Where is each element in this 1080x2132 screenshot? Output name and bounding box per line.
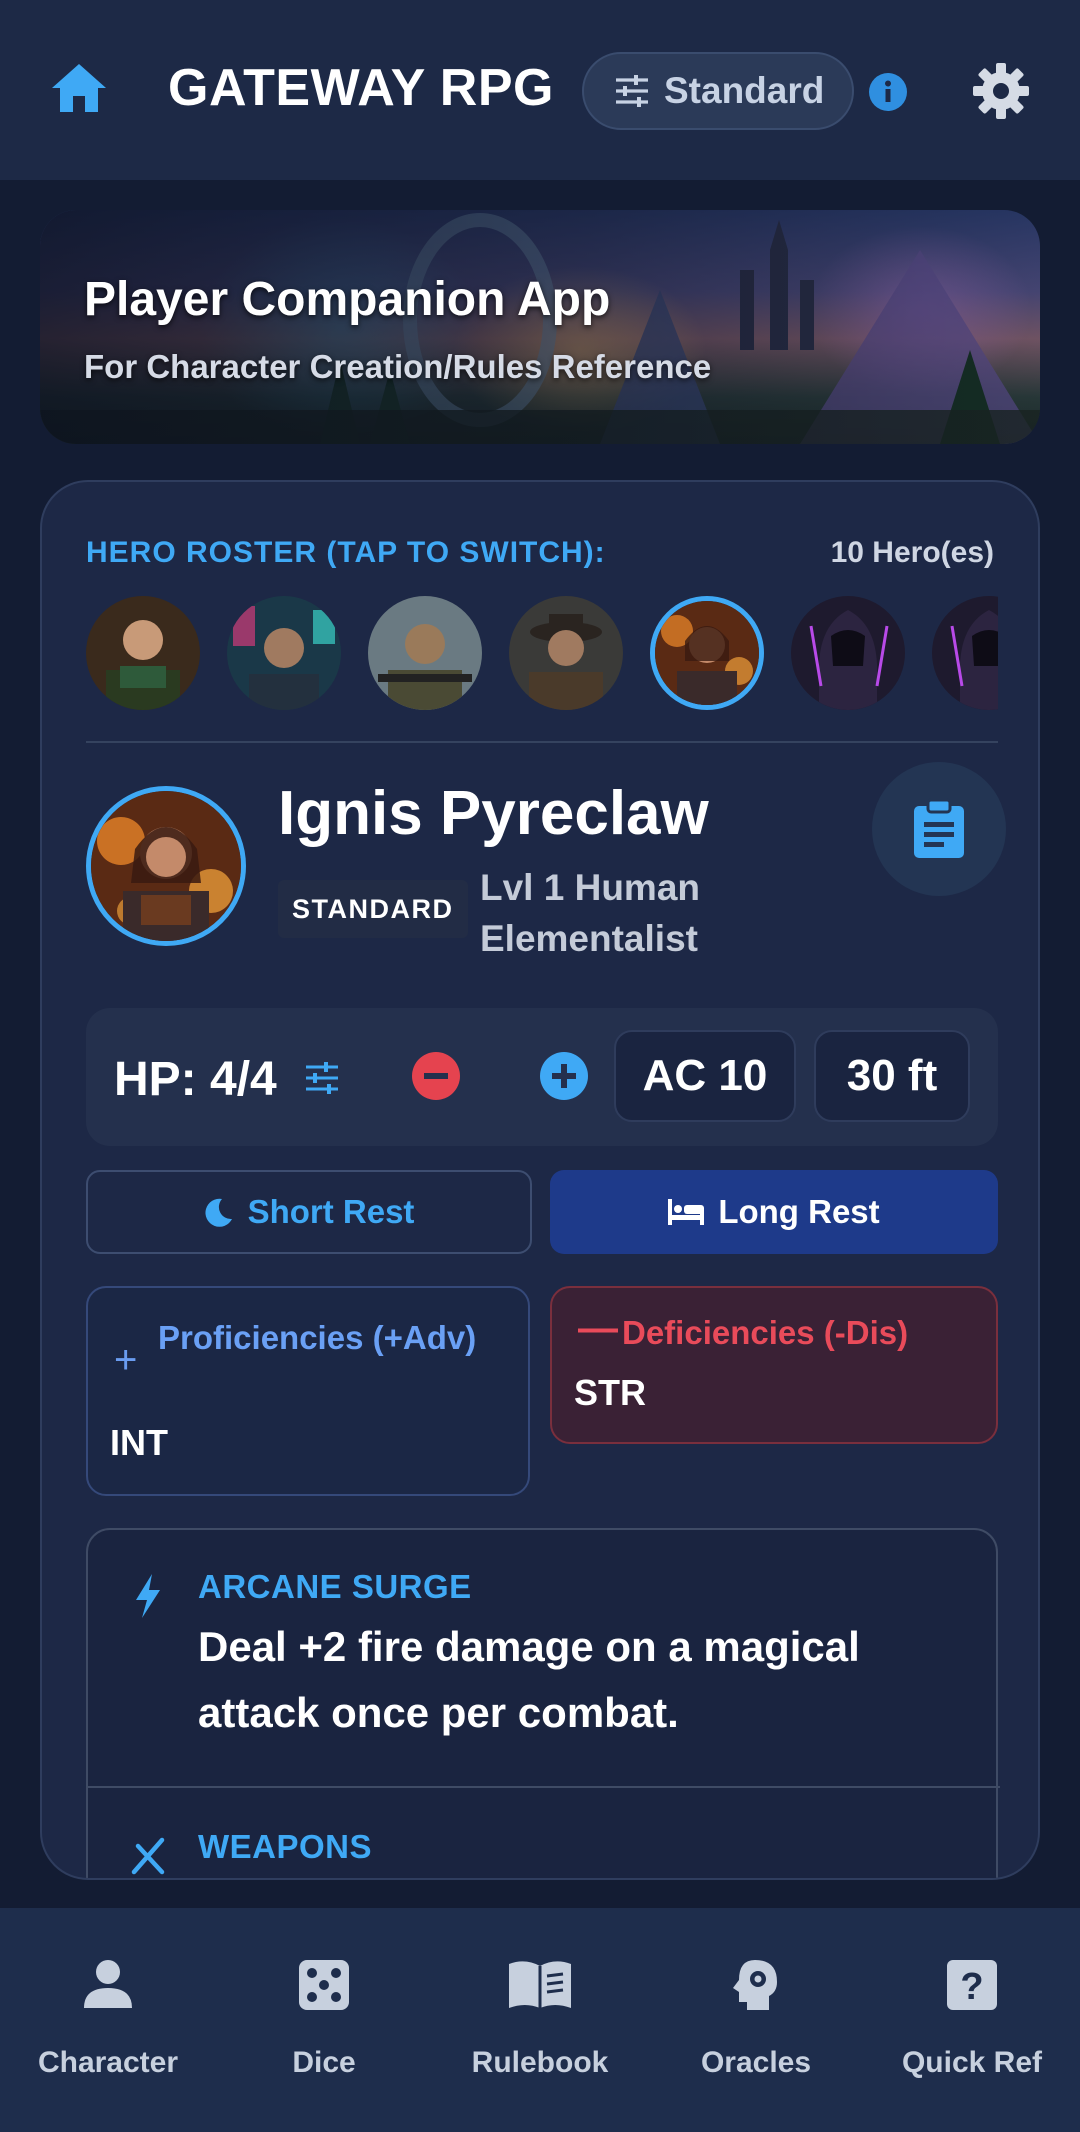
home-icon[interactable] — [50, 62, 108, 114]
deficiencies-panel: — Deficiencies (-Dis) STR — [550, 1286, 998, 1444]
nav-character[interactable]: Character — [0, 1908, 216, 2132]
nav-label: Character — [37, 2046, 179, 2079]
roster-label: HERO ROSTER (TAP TO SWITCH): — [86, 536, 606, 569]
traits-list: ARCANE SURGE Deal +2 fire damage on a ma… — [86, 1528, 1000, 1878]
divider — [86, 741, 998, 743]
nav-oracles[interactable]: Oracles — [648, 1908, 864, 2132]
nav-dice[interactable]: Dice — [216, 1908, 432, 2132]
hp-value: HP: 4/4 — [114, 1053, 277, 1106]
svg-text:?: ? — [960, 1966, 983, 2008]
character-sheet-button[interactable] — [872, 762, 1006, 896]
hero-avatar[interactable] — [227, 596, 341, 710]
roster-count: 10 Hero(es) — [830, 536, 994, 569]
nav-label: Rulebook — [471, 2046, 609, 2079]
bolt-icon — [136, 1574, 160, 1618]
dice-icon — [299, 1960, 349, 2010]
tune-icon — [616, 75, 648, 107]
tune-icon[interactable] — [304, 1060, 340, 1096]
trait-divider — [88, 1786, 1000, 1788]
bottom-navigation: Character Dice Rulebook Oracles ? Quick … — [0, 1908, 1080, 2132]
bed-icon — [668, 1199, 705, 1225]
banner-title: Player Companion App — [84, 273, 611, 326]
minus-icon: — — [578, 1306, 618, 1350]
info-icon[interactable] — [869, 73, 907, 111]
nav-quick-ref[interactable]: ? Quick Ref — [864, 1908, 1080, 2132]
person-icon — [84, 1960, 132, 2008]
banner-subtitle: For Character Creation/Rules Reference — [84, 348, 712, 385]
moon-icon — [205, 1198, 232, 1227]
mode-selector[interactable]: Standard — [582, 52, 854, 130]
short-rest-label: Short Rest — [247, 1193, 415, 1230]
trait-description: Deal +2 fire damage on a magical attack … — [198, 1623, 860, 1736]
banner-overlay — [40, 210, 1040, 444]
mode-label: Standard — [664, 70, 825, 111]
hero-avatar[interactable] — [86, 596, 200, 710]
character-card: HERO ROSTER (TAP TO SWITCH): 10 Hero(es)… — [40, 480, 1040, 1880]
hero-avatar-selected[interactable] — [650, 596, 764, 710]
hero-class-line: Lvl 1 Human Elementalist — [480, 867, 700, 959]
nav-label: Quick Ref — [901, 2046, 1043, 2079]
clipboard-icon — [914, 798, 964, 858]
top-app-bar: GATEWAY RPG Standard — [0, 0, 1080, 180]
long-rest-label: Long Rest — [718, 1193, 880, 1230]
book-icon — [509, 1961, 571, 2008]
nav-label: Dice — [292, 2046, 356, 2079]
crossed-swords-icon — [131, 1837, 165, 1875]
proficiencies-title: Proficiencies (+Adv) — [158, 1319, 477, 1356]
hero-portrait — [86, 786, 246, 946]
proficiencies-value: INT — [110, 1422, 168, 1463]
short-rest-button[interactable]: Short Rest — [86, 1170, 532, 1254]
trait-title: ARCANE SURGE — [198, 1568, 472, 1605]
trait-title: WEAPONS — [198, 1828, 373, 1865]
long-rest-button[interactable]: Long Rest — [550, 1170, 998, 1254]
hero-avatar[interactable] — [932, 596, 998, 710]
hero-avatar[interactable] — [509, 596, 623, 710]
increase-hp-icon[interactable] — [540, 1052, 588, 1100]
hero-name: Ignis Pyreclaw — [278, 779, 709, 848]
oracle-head-icon — [733, 1960, 777, 2010]
deficiencies-title: Deficiencies (-Dis) — [622, 1314, 909, 1351]
deficiencies-value: STR — [574, 1372, 646, 1413]
speed-chip[interactable]: 30 ft — [814, 1030, 970, 1122]
app-title: GATEWAY RPG — [168, 59, 554, 117]
gear-icon[interactable] — [972, 62, 1030, 120]
hero-roster[interactable] — [86, 592, 998, 712]
help-icon: ? — [947, 1960, 997, 2010]
hero-mode-badge: STANDARD — [278, 880, 468, 938]
hero-avatar[interactable] — [368, 596, 482, 710]
decrease-hp-icon[interactable] — [412, 1052, 460, 1100]
hero-avatar[interactable] — [791, 596, 905, 710]
nav-label: Oracles — [700, 2046, 812, 2079]
nav-rulebook[interactable]: Rulebook — [432, 1908, 648, 2132]
armor-class-chip[interactable]: AC 10 — [614, 1030, 796, 1122]
hp-panel: HP: 4/4 AC 10 30 ft — [86, 1008, 998, 1146]
plus-icon: + — [114, 1338, 138, 1382]
hero-banner: Player Companion App For Character Creat… — [40, 210, 1040, 444]
proficiencies-panel: + Proficiencies (+Adv) INT — [86, 1286, 530, 1496]
